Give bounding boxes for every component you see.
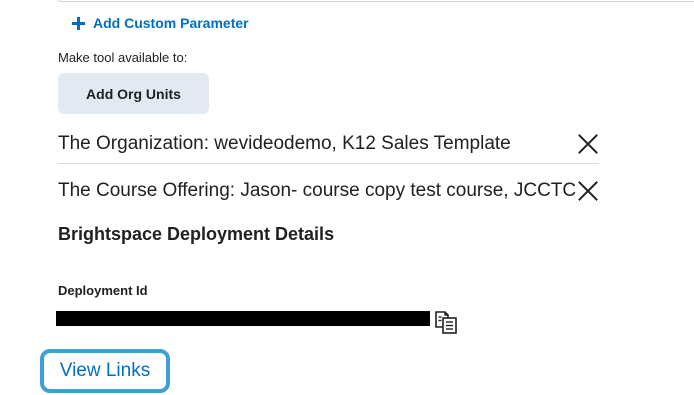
add-custom-parameter-label: Add Custom Parameter bbox=[93, 15, 249, 31]
add-org-units-button[interactable]: Add Org Units bbox=[58, 73, 209, 114]
add-custom-parameter-link[interactable]: Add Custom Parameter bbox=[72, 12, 249, 34]
org-unit-label: The Organization: wevideodemo, K12 Sales… bbox=[58, 133, 511, 154]
org-unit-item: The Organization: wevideodemo, K12 Sales… bbox=[58, 125, 599, 164]
view-links-button[interactable]: View Links bbox=[40, 349, 170, 393]
copy-icon[interactable] bbox=[434, 310, 460, 334]
custom-parameters-panel bbox=[56, 0, 694, 2]
lti-tool-settings: Add Custom Parameter Make tool available… bbox=[0, 0, 694, 395]
availability-label: Make tool available to: bbox=[58, 50, 188, 65]
org-unit-item: The Course Offering: Jason- course copy … bbox=[58, 172, 599, 210]
close-icon[interactable] bbox=[577, 180, 599, 202]
org-unit-label: The Course Offering: Jason- course copy … bbox=[58, 180, 577, 201]
close-icon[interactable] bbox=[577, 133, 599, 155]
deployment-id-label: Deployment Id bbox=[58, 283, 148, 298]
deployment-id-value-redacted bbox=[56, 311, 430, 326]
deployment-details-heading: Brightspace Deployment Details bbox=[58, 224, 335, 244]
plus-icon bbox=[72, 16, 85, 30]
